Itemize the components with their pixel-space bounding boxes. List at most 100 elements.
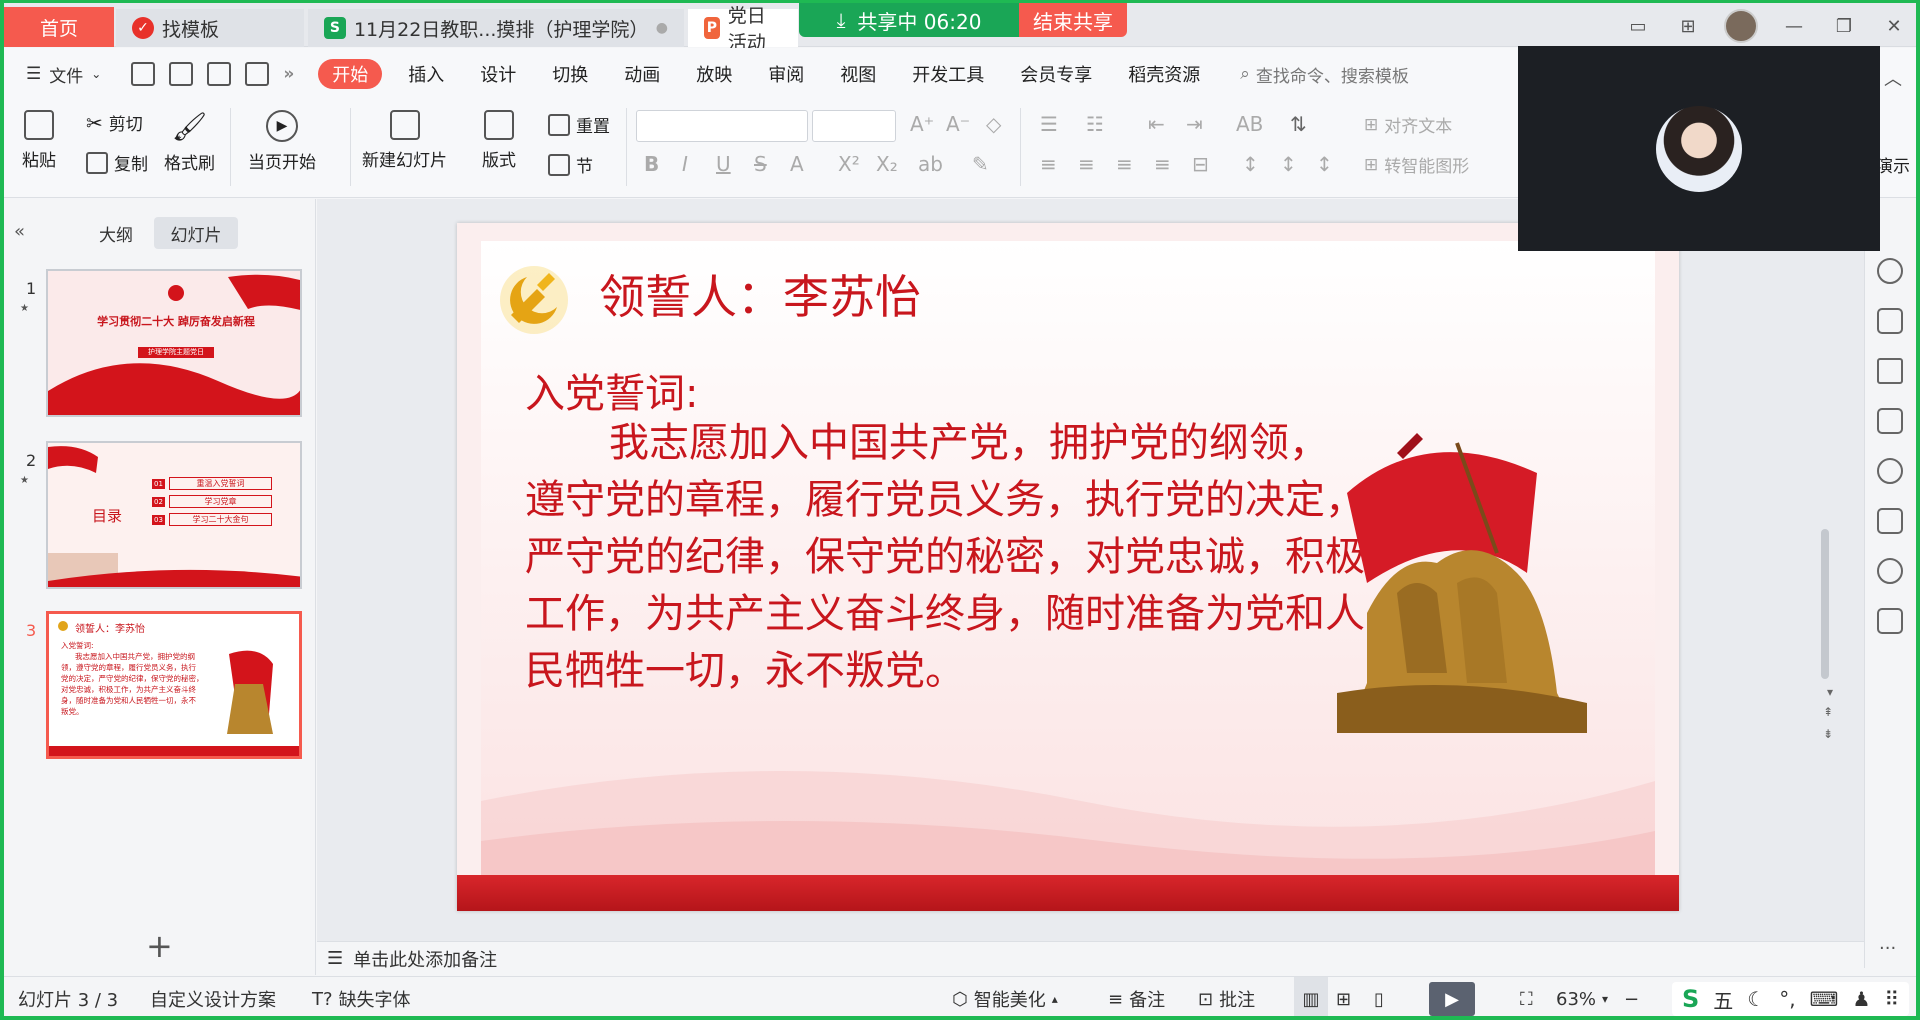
notes-area[interactable]: ☰ 单击此处添加备注 — [317, 941, 1877, 975]
tab-dot-icon[interactable]: ● — [656, 20, 668, 36]
zoom-level[interactable]: 63% ▾ — [1556, 977, 1608, 1016]
start-current-button[interactable]: ▶ 当页开始 — [248, 110, 316, 173]
align-right-icon[interactable]: ≡ — [1116, 152, 1133, 176]
reading-view-button[interactable]: ▯ — [1374, 977, 1384, 1016]
bold-icon[interactable]: B — [644, 152, 659, 176]
justify-icon[interactable]: ≡ — [1154, 152, 1171, 176]
more-options-icon[interactable]: ··· — [1879, 938, 1896, 959]
cut-button[interactable]: ✂ 剪切 — [86, 110, 143, 136]
increase-indent-icon[interactable]: ⇥ — [1186, 112, 1203, 136]
distribute-icon[interactable]: ⊟ — [1192, 152, 1209, 176]
menu-item-9[interactable]: 会员专享 — [1002, 48, 1110, 100]
menu-item-8[interactable]: 开发工具 — [894, 48, 1002, 100]
print-preview-icon[interactable] — [245, 62, 270, 86]
rocket-icon[interactable] — [1877, 258, 1903, 284]
menu-item-0[interactable]: 开始 — [318, 59, 383, 89]
save-icon[interactable] — [131, 62, 156, 86]
menu-item-10[interactable]: 稻壳资源 — [1110, 48, 1218, 100]
tab-outline[interactable]: 大纲 — [84, 217, 148, 249]
slide-title[interactable]: 领誓人：李苏怡 — [599, 261, 921, 327]
clear-format-icon[interactable]: ◇ — [986, 112, 1001, 136]
next-slide-icon[interactable]: ⇟ — [1823, 727, 1833, 741]
user-avatar[interactable] — [1724, 9, 1758, 43]
minimize-icon[interactable]: — — [1780, 12, 1808, 40]
layout-icon[interactable]: ▭ — [1624, 12, 1652, 40]
font-color-icon[interactable]: A — [790, 152, 804, 176]
menu-item-2[interactable]: 设计 — [462, 48, 534, 100]
strikethrough-icon[interactable]: S — [754, 152, 767, 176]
settings-sliders-icon[interactable] — [1877, 308, 1903, 334]
add-slide-icon[interactable]: + — [146, 927, 173, 965]
slide-oath-body[interactable]: 我志愿加入中国共产党，拥护党的纲领，遵守党的章程，履行党员义务，执行党的决定，严… — [525, 415, 1365, 700]
align-text-button[interactable]: ⊞ 对齐文本 — [1364, 112, 1452, 138]
image-icon[interactable] — [1877, 508, 1903, 534]
font-family-select[interactable] — [636, 110, 808, 142]
spacing-options-icon[interactable]: ↕ — [1316, 152, 1333, 176]
line-spacing-icon[interactable]: ↕ — [1242, 152, 1259, 176]
close-icon[interactable]: ✕ — [1880, 12, 1908, 40]
smart-beautify-button[interactable]: ⬡ 智能美化 ▴ — [952, 977, 1058, 1016]
decrease-indent-icon[interactable]: ⇤ — [1148, 112, 1165, 136]
normal-view-button[interactable]: ▥ — [1294, 977, 1328, 1016]
slide-thumbnail-2[interactable]: 目录 01 重温入党誓词 02 学习党章 03 学习二十大金句 — [46, 441, 302, 589]
zoom-out-button[interactable]: − — [1624, 977, 1639, 1016]
bullet-list-icon[interactable]: ☰ — [1040, 112, 1058, 136]
file-menu[interactable]: ☰ 文件 ⌄ — [4, 62, 115, 87]
menu-item-5[interactable]: 放映 — [678, 48, 750, 100]
apps-grid-icon[interactable]: ⊞ — [1674, 12, 1702, 40]
menu-item-3[interactable]: 切换 — [534, 48, 606, 100]
input-method-bar[interactable]: S 五 ☾ °, ⌨ ♟ ⠿ — [1672, 982, 1910, 1016]
export-pdf-icon[interactable] — [169, 62, 194, 86]
font-grow-icon[interactable]: A⁺ — [910, 112, 934, 136]
tab-find-template[interactable]: ✓ 找模板 — [116, 9, 304, 47]
tab-home[interactable]: 首页 — [4, 7, 114, 47]
paragraph-spacing-icon[interactable]: ↕ — [1280, 152, 1297, 176]
reset-button[interactable]: 重置 — [548, 112, 610, 137]
slide-canvas[interactable]: 领誓人：李苏怡 入党誓词: 我志愿加入中国共产党，拥护党的纲领，遵守党的章程，履… — [457, 223, 1679, 911]
font-size-select[interactable] — [812, 110, 896, 142]
slideshow-button[interactable]: ▶ — [1428, 977, 1476, 1016]
underline-icon[interactable]: U — [716, 152, 731, 176]
comment-button[interactable]: ⊡ 批注 — [1198, 977, 1255, 1016]
end-share-button[interactable]: 结束共享 — [1019, 3, 1127, 37]
paste-button[interactable]: 粘贴 — [22, 110, 56, 171]
video-call-overlay[interactable] — [1518, 46, 1880, 251]
command-search[interactable]: ⌕ 查找命令、搜索模板 — [1218, 62, 1409, 87]
slide-thumbnail-1[interactable]: 学习贯彻二十大 踔厉奋发启新程 护理学院主题党日 — [46, 269, 302, 417]
star-icon[interactable] — [1877, 358, 1903, 384]
section-button[interactable]: 节 — [548, 152, 593, 177]
scroll-down-icon[interactable]: ▾ — [1827, 685, 1833, 699]
design-scheme-button[interactable]: 自定义设计方案 — [150, 977, 276, 1016]
slide-oath-heading[interactable]: 入党誓词: — [525, 361, 698, 419]
print-icon[interactable] — [207, 62, 232, 86]
tab-spreadsheet[interactable]: S 11月22日教职...摸排（护理学院） ● — [308, 9, 684, 47]
editor-scrollbar[interactable] — [1821, 529, 1829, 679]
menu-item-1[interactable]: 插入 — [390, 48, 462, 100]
book-icon[interactable] — [1877, 608, 1903, 634]
window-icon[interactable] — [1877, 408, 1903, 434]
layout-button[interactable]: 版式 — [482, 110, 516, 171]
tab-presentation[interactable]: P 党日活动 — [688, 5, 798, 54]
align-center-icon[interactable]: ≡ — [1078, 152, 1095, 176]
italic-icon[interactable]: I — [682, 152, 688, 176]
missing-font-button[interactable]: T? 缺失字体 — [312, 977, 411, 1016]
highlight-icon[interactable]: ✎ — [972, 152, 989, 176]
sorter-view-button[interactable]: ⊞ — [1336, 977, 1351, 1016]
lightning-icon[interactable] — [1877, 558, 1903, 584]
menu-item-4[interactable]: 动画 — [606, 48, 678, 100]
menu-item-7[interactable]: 视图 — [822, 48, 894, 100]
phonetic-icon[interactable]: ab — [918, 152, 943, 176]
tab-slides[interactable]: 幻灯片 — [154, 217, 238, 249]
format-painter-button[interactable]: 🖌 格式刷 — [164, 110, 215, 174]
align-left-icon[interactable]: ≡ — [1040, 152, 1057, 176]
text-direction-icon[interactable]: AB — [1236, 112, 1263, 136]
prev-slide-icon[interactable]: ⇞ — [1823, 705, 1833, 719]
copy-button[interactable]: 复制 — [86, 150, 148, 175]
help-icon[interactable] — [1877, 458, 1903, 484]
superscript-icon[interactable]: X² — [838, 152, 860, 176]
numbered-list-icon[interactable]: ☷ — [1086, 112, 1104, 136]
subscript-icon[interactable]: X₂ — [876, 152, 898, 176]
fit-window-button[interactable]: ⛶ — [1520, 977, 1533, 1016]
new-slide-button[interactable]: 新建幻灯片 — [362, 110, 447, 171]
notes-toggle-button[interactable]: ≡ 备注 — [1108, 977, 1165, 1016]
